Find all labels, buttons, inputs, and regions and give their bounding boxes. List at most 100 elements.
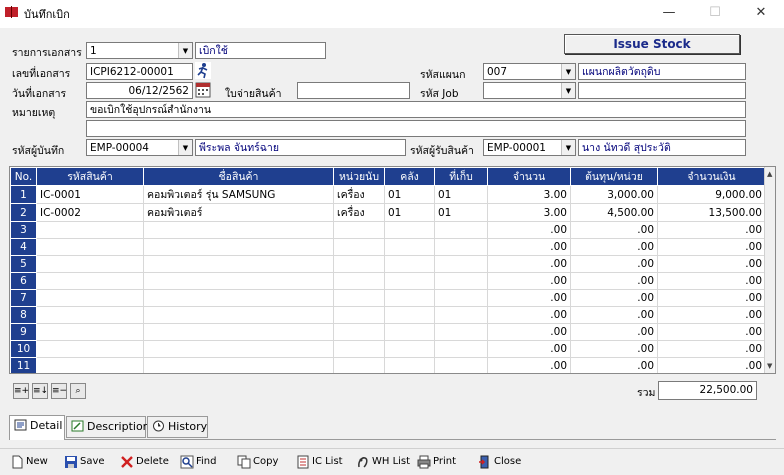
cell-cost[interactable]: 4,500.00 — [570, 203, 658, 222]
col-header-qty[interactable]: จำนวน — [487, 167, 571, 186]
chevron-down-icon[interactable]: ▼ — [178, 140, 192, 155]
table-row[interactable]: 8.00.00.00 — [10, 306, 766, 324]
chevron-down-icon[interactable]: ▼ — [561, 64, 575, 79]
cell-loc[interactable] — [434, 357, 488, 373]
cell-name[interactable] — [143, 238, 334, 256]
find-button[interactable]: Find — [180, 453, 217, 471]
cell-unit[interactable] — [333, 289, 385, 307]
cell-name[interactable] — [143, 272, 334, 290]
chevron-down-icon[interactable]: ▼ — [561, 83, 575, 98]
calendar-icon[interactable] — [195, 82, 211, 98]
table-row[interactable]: 3.00.00.00 — [10, 221, 766, 239]
table-row[interactable]: 5.00.00.00 — [10, 255, 766, 273]
cell-cost[interactable]: .00 — [570, 272, 658, 290]
cell-unit[interactable] — [333, 255, 385, 273]
cell-name[interactable]: คอมพิวเตอร์ — [143, 203, 334, 222]
cell-qty[interactable]: .00 — [487, 289, 571, 307]
table-row[interactable]: 9.00.00.00 — [10, 323, 766, 341]
cell-wh[interactable] — [384, 238, 435, 256]
cell-wh[interactable] — [384, 272, 435, 290]
cell-amount[interactable]: .00 — [657, 272, 766, 290]
copy-button[interactable]: Copy — [237, 453, 278, 471]
cell-name[interactable] — [143, 306, 334, 324]
cell-wh[interactable] — [384, 357, 435, 373]
scroll-up-icon[interactable]: ▲ — [767, 170, 772, 178]
cell-cost[interactable]: .00 — [570, 306, 658, 324]
cell-cost[interactable]: .00 — [570, 340, 658, 358]
cell-loc[interactable] — [434, 340, 488, 358]
cell-wh[interactable] — [384, 306, 435, 324]
wh-list-button[interactable]: WH List — [356, 453, 410, 471]
cell-name[interactable] — [143, 289, 334, 307]
cell-unit[interactable]: เครื่อง — [333, 185, 385, 204]
cell-unit[interactable] — [333, 221, 385, 239]
add-row-icon[interactable]: ≡↓ — [32, 383, 48, 399]
cell-qty[interactable]: 3.00 — [487, 203, 571, 222]
job-select[interactable]: ▼ — [483, 82, 576, 99]
cell-unit[interactable] — [333, 306, 385, 324]
chevron-down-icon[interactable]: ▼ — [561, 140, 575, 155]
cell-loc[interactable] — [434, 289, 488, 307]
doc-date-input[interactable]: 06/12/2562 — [86, 82, 193, 99]
cell-name[interactable] — [143, 340, 334, 358]
cell-loc[interactable] — [434, 255, 488, 273]
col-header-no[interactable]: No. — [10, 167, 37, 186]
tab-detail[interactable]: Detail — [9, 415, 65, 440]
cell-unit[interactable] — [333, 340, 385, 358]
cell-cost[interactable]: .00 — [570, 289, 658, 307]
col-header-name[interactable]: ชื่อสินค้า — [143, 167, 334, 186]
delete-button[interactable]: Delete — [120, 453, 169, 471]
cell-unit[interactable]: เครื่อง — [333, 203, 385, 222]
cell-code[interactable]: IC-0002 — [36, 203, 144, 222]
cell-qty[interactable]: 3.00 — [487, 185, 571, 204]
close-window-button[interactable]: ✕ — [738, 0, 784, 24]
cell-cost[interactable]: .00 — [570, 238, 658, 256]
remark-input[interactable]: ขอเบิกใช้อุปกรณ์สำนักงาน — [86, 101, 746, 118]
table-row[interactable]: 2 IC-0002 คอมพิวเตอร์ เครื่อง 01 01 3.00 4,500.… — [10, 203, 766, 222]
remark2-input[interactable] — [86, 120, 746, 137]
col-header-amount[interactable]: จำนวนเงิน — [657, 167, 766, 186]
cell-name[interactable] — [143, 255, 334, 273]
cell-wh[interactable]: 01 — [384, 203, 435, 222]
table-row[interactable]: 7.00.00.00 — [10, 289, 766, 307]
cell-loc[interactable] — [434, 272, 488, 290]
cell-amount[interactable]: 9,000.00 — [657, 185, 766, 204]
cell-cost[interactable]: .00 — [570, 357, 658, 373]
col-header-location[interactable]: ที่เก็บ — [434, 167, 488, 186]
cell-loc[interactable]: 01 — [434, 185, 488, 204]
issue-stock-button[interactable]: Issue Stock — [564, 34, 740, 54]
cell-amount[interactable]: .00 — [657, 357, 766, 373]
cell-amount[interactable]: .00 — [657, 289, 766, 307]
chevron-down-icon[interactable]: ▼ — [178, 43, 192, 58]
tab-description[interactable]: Description — [66, 416, 150, 438]
cell-amount[interactable]: .00 — [657, 221, 766, 239]
table-row[interactable]: 11.00.00.00 — [10, 357, 766, 373]
grid-vertical-scrollbar[interactable]: ▲ ▼ — [764, 167, 775, 373]
cell-cost[interactable]: .00 — [570, 221, 658, 239]
cell-name[interactable] — [143, 221, 334, 239]
cell-wh[interactable]: 01 — [384, 185, 435, 204]
recorder-select[interactable]: EMP-00004 ▼ — [86, 139, 193, 156]
cell-loc[interactable]: 01 — [434, 203, 488, 222]
cell-cost[interactable]: .00 — [570, 323, 658, 341]
cell-code[interactable] — [36, 357, 144, 373]
table-row[interactable]: 6.00.00.00 — [10, 272, 766, 290]
insert-row-icon[interactable]: ≡+ — [13, 383, 29, 399]
cell-loc[interactable] — [434, 238, 488, 256]
cell-name[interactable] — [143, 323, 334, 341]
cell-qty[interactable]: .00 — [487, 323, 571, 341]
cell-code[interactable] — [36, 272, 144, 290]
cell-amount[interactable]: .00 — [657, 255, 766, 273]
cell-loc[interactable] — [434, 323, 488, 341]
cell-wh[interactable] — [384, 323, 435, 341]
cell-qty[interactable]: .00 — [487, 306, 571, 324]
save-button[interactable]: Save — [64, 453, 105, 471]
cell-name[interactable] — [143, 357, 334, 373]
cell-cost[interactable]: 3,000.00 — [570, 185, 658, 204]
cell-code[interactable]: IC-0001 — [36, 185, 144, 204]
cell-unit[interactable] — [333, 357, 385, 373]
cell-wh[interactable] — [384, 255, 435, 273]
receipt-input[interactable] — [297, 82, 410, 99]
col-header-code[interactable]: รหัสสินค้า — [36, 167, 144, 186]
delete-row-icon[interactable]: ≡− — [51, 383, 67, 399]
